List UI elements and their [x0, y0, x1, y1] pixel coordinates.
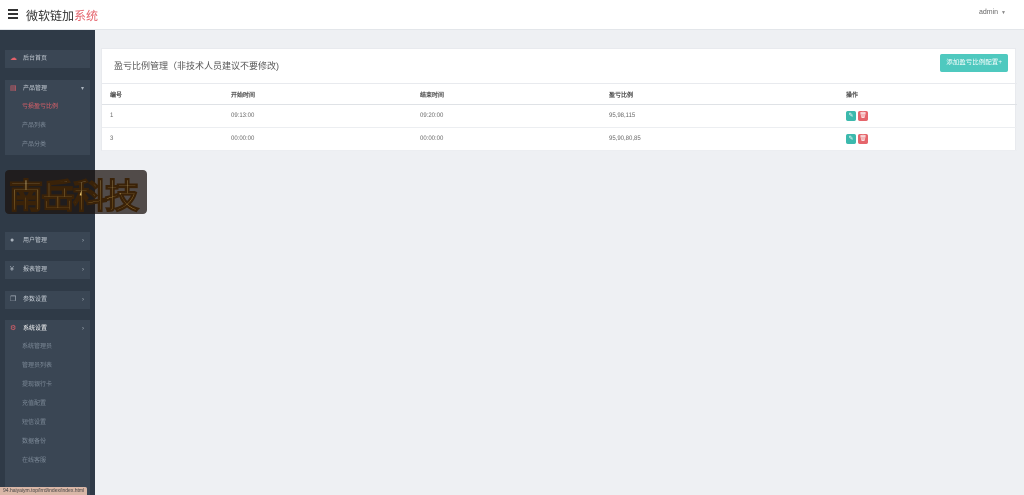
cell-ratio: 95,90,80,85: [609, 136, 641, 142]
brand-logo-text: 南岳科技: [9, 177, 139, 217]
sidebar-subitem-product-list[interactable]: 产品列表: [5, 117, 90, 136]
delete-icon[interactable]: 🗑: [858, 134, 868, 144]
sidebar-subitem-online-service[interactable]: 在线客服: [5, 452, 90, 471]
cell-end: 09:20:00: [420, 113, 444, 119]
app-title: 微软链加系统: [26, 7, 98, 24]
chevron-down-icon: ▾: [80, 86, 84, 92]
sidebar-item-label: 用户管理: [23, 238, 48, 244]
sidebar-item-report[interactable]: ¥ 报表管理 ›: [5, 261, 90, 279]
table-row: 3 00:00:00 00:00:00 95,90,80,85 ✎ 🗑: [102, 128, 1017, 151]
user-menu[interactable]: admin ▼: [979, 9, 1006, 16]
brand-main: 微软链加: [26, 9, 75, 23]
nav-system-block: ⚙ 系统设置 › 系统管理员 管理员列表 提现银行卡 充值配置 短信设置 数据备…: [5, 320, 90, 495]
sidebar-item-label: 系统设置: [23, 326, 48, 332]
document-icon: ▤: [10, 85, 17, 92]
sidebar-subitem-recharge-config[interactable]: 充值配置: [5, 395, 90, 414]
sidebar-subitem-product-category[interactable]: 产品分类: [5, 136, 90, 155]
ratio-panel: 盈亏比例管理（非技术人员建议不要修改) 添加盈亏比例配置+ 编号 开始时间 结束…: [101, 48, 1017, 151]
sidebar-subitem-bank-card[interactable]: 提现银行卡: [5, 376, 90, 395]
yen-icon: ¥: [10, 266, 14, 273]
sidebar-item-product[interactable]: ▤ 产品管理 ▾: [5, 80, 90, 98]
nav-report-block: ¥ 报表管理 ›: [5, 261, 90, 279]
copy-icon: ❐: [10, 296, 17, 303]
sidebar-item-label: 报表管理: [23, 267, 48, 273]
column-header-actions: 操作: [846, 92, 859, 99]
cell-actions: ✎ 🗑: [838, 128, 1017, 151]
cell-id: 1: [110, 113, 114, 119]
cell-start: 00:00:00: [231, 136, 255, 142]
cell-end: 00:00:00: [420, 136, 444, 142]
chevron-right-icon: ›: [82, 297, 84, 303]
cell-start: 09:13:00: [231, 113, 255, 119]
sidebar-item-home[interactable]: ☁ 后台首页: [5, 50, 90, 68]
hamburger-menu-icon[interactable]: [8, 9, 18, 19]
chevron-right-icon: ›: [82, 326, 84, 332]
column-header-end: 结束时间: [420, 92, 445, 99]
gears-icon: ⚙: [10, 325, 17, 332]
brand-logo: 南岳科技: [5, 170, 147, 218]
sidebar-item-user[interactable]: ● 用户管理 ›: [5, 232, 90, 250]
user-icon: ●: [10, 237, 15, 244]
sidebar: ☁ 后台首页 ▤ 产品管理 ▾ 亏损盈亏比例 产品列表 产品分类 ● 用户管理 …: [0, 30, 95, 495]
edit-icon[interactable]: ✎: [846, 111, 856, 121]
status-bar-url: 94.haiyaiym.top/lrrd/index/index.html: [0, 487, 88, 495]
nav-home-block: ☁ 后台首页: [5, 50, 90, 68]
sidebar-item-params[interactable]: ❐ 参数设置 ›: [5, 291, 90, 309]
sidebar-subitem-admin-list[interactable]: 管理员列表: [5, 357, 90, 376]
sidebar-subitem-system-admin[interactable]: 系统管理员: [5, 338, 90, 357]
sidebar-item-label: 产品管理: [23, 86, 48, 92]
column-header-id: 编号: [110, 92, 123, 99]
add-ratio-button[interactable]: 添加盈亏比例配置+: [940, 54, 1008, 72]
nav-user-block: ● 用户管理 ›: [5, 232, 90, 250]
cell-actions: ✎ 🗑: [838, 105, 1017, 128]
brand-accent: 系统: [74, 9, 99, 23]
sidebar-subitem-sms-settings[interactable]: 短信设置: [5, 414, 90, 433]
sidebar-item-system[interactable]: ⚙ 系统设置 ›: [5, 320, 90, 338]
cell-id: 3: [110, 136, 114, 142]
table-row: 1 09:13:00 09:20:00 95,98,115 ✎ 🗑: [102, 105, 1017, 128]
sidebar-item-label: 参数设置: [23, 297, 48, 303]
user-name: admin: [978, 9, 999, 16]
column-header-ratio: 盈亏比例: [609, 92, 634, 99]
sidebar-subitem-ratio[interactable]: 亏损盈亏比例: [5, 98, 90, 117]
nav-product-block: ▤ 产品管理 ▾ 亏损盈亏比例 产品列表 产品分类: [5, 80, 90, 155]
nav-params-block: ❐ 参数设置 ›: [5, 291, 90, 309]
cloud-icon: ☁: [10, 55, 17, 62]
sidebar-item-label: 后台首页: [23, 56, 48, 62]
column-header-start: 开始时间: [231, 92, 256, 99]
chevron-right-icon: ›: [82, 267, 84, 273]
chevron-right-icon: ›: [82, 238, 84, 244]
top-bar: 微软链加系统 admin ▼: [0, 0, 1024, 30]
delete-icon[interactable]: 🗑: [858, 111, 868, 121]
page-title: 盈亏比例管理（非技术人员建议不要修改): [114, 61, 279, 71]
table-header-row: 编号 开始时间 结束时间 盈亏比例 操作: [102, 83, 1017, 105]
ratio-table: 编号 开始时间 结束时间 盈亏比例 操作 1 09:13:00 09:20:00…: [102, 83, 1017, 151]
sidebar-subitem-backup[interactable]: 数据备份: [5, 433, 90, 452]
cell-ratio: 95,98,115: [609, 113, 636, 119]
caret-down-icon: ▼: [1001, 10, 1006, 16]
edit-icon[interactable]: ✎: [846, 134, 856, 144]
